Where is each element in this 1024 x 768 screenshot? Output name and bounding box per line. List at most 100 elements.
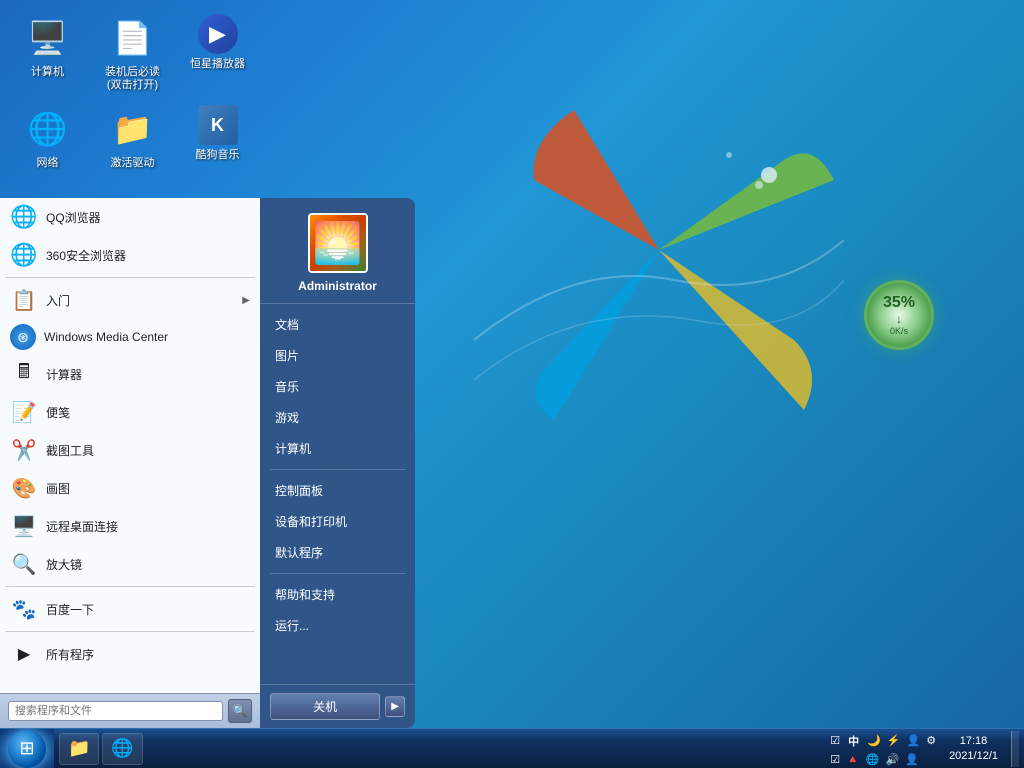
menu-item-documents[interactable]: 文档 xyxy=(260,309,415,340)
games-label: 游戏 xyxy=(275,409,299,426)
start-button[interactable]: ⊞ xyxy=(0,729,54,768)
magnifier-label: 放大镜 xyxy=(46,556,250,573)
documents-label: 文档 xyxy=(275,316,299,333)
notepad-label: 便笺 xyxy=(46,404,250,421)
taskbar-explorer[interactable]: 📁 xyxy=(59,733,99,765)
username-label: Administrator xyxy=(298,279,377,293)
network-label: 网络 xyxy=(37,157,59,170)
network-speed-widget: 35% ↓ 0K/s xyxy=(864,280,934,350)
menu-item-calculator[interactable]: 🖩 计算器 xyxy=(0,355,260,393)
menu-separator-3 xyxy=(5,631,255,632)
tray-expand-icon[interactable]: 🔺 xyxy=(844,752,862,767)
start-menu-right: Administrator 文档 图片 音乐 游戏 计算机 xyxy=(260,198,415,728)
menu-item-wmc[interactable]: ⊛ Windows Media Center xyxy=(0,319,260,355)
tray-top-row: ☑ 中 🌙 ⚡ 👤 ⚙ xyxy=(828,731,938,751)
search-area: 🔍 xyxy=(0,693,260,728)
tray-clock[interactable]: 17:18 2021/12/1 xyxy=(941,732,1006,765)
tray-settings-icon[interactable]: ⚙ xyxy=(924,733,938,748)
menu-item-remote[interactable]: 🖥️ 远程桌面连接 xyxy=(0,507,260,545)
remote-label: 远程桌面连接 xyxy=(46,518,250,535)
calculator-icon: 🖩 xyxy=(10,360,38,388)
paint-label: 画图 xyxy=(46,480,250,497)
tray-checkbox-icon[interactable]: ☑ xyxy=(828,733,842,748)
right-separator-2 xyxy=(270,573,405,574)
kugou-icon: K xyxy=(198,105,238,145)
media-player-label: 恒星播放器 xyxy=(190,58,245,71)
kugou-label: 酷狗音乐 xyxy=(196,149,240,162)
menu-item-pictures[interactable]: 图片 xyxy=(260,340,415,371)
tray-user-icon[interactable]: 👤 xyxy=(904,733,922,748)
menu-separator-1 xyxy=(5,277,255,278)
tray-time: 17:18 xyxy=(949,734,998,748)
widget-arrow: ↓ xyxy=(896,312,902,326)
windows-logo xyxy=(474,60,844,440)
menu-item-baidu[interactable]: 🐾 百度一下 xyxy=(0,590,260,628)
menu-item-notepad[interactable]: 📝 便笺 xyxy=(0,393,260,431)
notepad-icon: 📝 xyxy=(10,398,38,426)
icon-row-2: 🌐 网络 📁 激活驱动 K 酷狗音乐 xyxy=(10,101,255,174)
desktop-icon-post-install[interactable]: 📄 装机后必读(双击打开) xyxy=(95,10,170,96)
devices-label: 设备和打印机 xyxy=(275,513,347,530)
widget-speed: 0K/s xyxy=(890,326,908,336)
tray-user2-icon[interactable]: 👤 xyxy=(903,752,921,767)
menu-item-games[interactable]: 游戏 xyxy=(260,402,415,433)
wmc-icon: ⊛ xyxy=(10,324,36,350)
desktop-icon-driver[interactable]: 📁 激活驱动 xyxy=(95,101,170,174)
tray-lang-icon[interactable]: 中 xyxy=(844,731,863,751)
driver-icon: 📁 xyxy=(109,105,157,153)
menu-item-devices[interactable]: 设备和打印机 xyxy=(260,506,415,537)
menu-item-qq-browser[interactable]: 🌐 QQ浏览器 xyxy=(0,198,260,236)
desktop-icon-kugou[interactable]: K 酷狗音乐 xyxy=(180,101,255,174)
search-button[interactable]: 🔍 xyxy=(228,699,252,723)
taskbar-ie[interactable]: 🌐 xyxy=(102,733,142,765)
snipping-label: 截图工具 xyxy=(46,442,250,459)
start-menu-left: 🌐 QQ浏览器 🌐 360安全浏览器 📋 入门 ▶ ⊛ xyxy=(0,198,260,728)
menu-item-default-programs[interactable]: 默认程序 xyxy=(260,537,415,568)
menu-separator-2 xyxy=(5,586,255,587)
menu-item-all-programs[interactable]: ▶ 所有程序 xyxy=(0,635,260,673)
tray-network-icon[interactable]: 🌐 xyxy=(864,752,882,767)
tray-action-center-icon[interactable]: ☑ xyxy=(828,752,842,767)
menu-item-snipping[interactable]: ✂️ 截图工具 xyxy=(0,431,260,469)
desktop-icon-computer[interactable]: 🖥️ 计算机 xyxy=(10,10,85,96)
shutdown-arrow-button[interactable]: ▶ xyxy=(385,696,405,717)
start-menu-apps-list: 🌐 QQ浏览器 🌐 360安全浏览器 📋 入门 ▶ ⊛ xyxy=(0,198,260,693)
menu-item-help[interactable]: 帮助和支持 xyxy=(260,579,415,610)
music-label: 音乐 xyxy=(275,378,299,395)
pictures-label: 图片 xyxy=(275,347,299,364)
computer-right-label: 计算机 xyxy=(275,440,311,457)
tray-bottom-row: ☑ 🔺 🌐 🔊 👤 xyxy=(828,752,938,767)
control-panel-label: 控制面板 xyxy=(275,482,323,499)
menu-item-intro[interactable]: 📋 入门 ▶ xyxy=(0,281,260,319)
menu-item-360-browser[interactable]: 🌐 360安全浏览器 xyxy=(0,236,260,274)
desktop-icon-media-player[interactable]: ▶ 恒星播放器 xyxy=(180,10,255,96)
intro-arrow: ▶ xyxy=(242,295,250,306)
tray-volume-icon[interactable]: 🔊 xyxy=(883,752,901,767)
menu-item-control-panel[interactable]: 控制面板 xyxy=(260,475,415,506)
desktop-icon-network[interactable]: 🌐 网络 xyxy=(10,101,85,174)
show-desktop-button[interactable] xyxy=(1011,731,1019,767)
user-avatar[interactable] xyxy=(308,213,368,273)
menu-item-run[interactable]: 运行... xyxy=(260,610,415,641)
search-input[interactable] xyxy=(8,701,223,721)
explorer-icon: 📁 xyxy=(68,738,90,759)
help-label: 帮助和支持 xyxy=(275,586,335,603)
right-separator xyxy=(270,469,405,470)
all-programs-label: 所有程序 xyxy=(46,646,250,663)
baidu-icon: 🐾 xyxy=(10,595,38,623)
windows-start-icon: ⊞ xyxy=(19,738,34,759)
360-browser-icon: 🌐 xyxy=(10,241,38,269)
menu-item-magnifier[interactable]: 🔍 放大镜 xyxy=(0,545,260,583)
desktop-icons-container: 🖥️ 计算机 📄 装机后必读(双击打开) ▶ 恒星播放器 🌐 网络 📁 激活驱动 xyxy=(10,10,255,175)
network-icon: 🌐 xyxy=(24,105,72,153)
menu-item-paint[interactable]: 🎨 画图 xyxy=(0,469,260,507)
intro-icon: 📋 xyxy=(10,286,38,314)
driver-label: 激活驱动 xyxy=(111,157,155,170)
tray-power-icon[interactable]: ⚡ xyxy=(885,733,903,748)
menu-item-computer-right[interactable]: 计算机 xyxy=(260,433,415,464)
menu-item-music[interactable]: 音乐 xyxy=(260,371,415,402)
tray-moon-icon[interactable]: 🌙 xyxy=(865,733,883,748)
shutdown-button[interactable]: 关机 xyxy=(270,693,380,720)
tray-date: 2021/12/1 xyxy=(949,749,998,763)
post-install-icon: 📄 xyxy=(109,14,157,62)
